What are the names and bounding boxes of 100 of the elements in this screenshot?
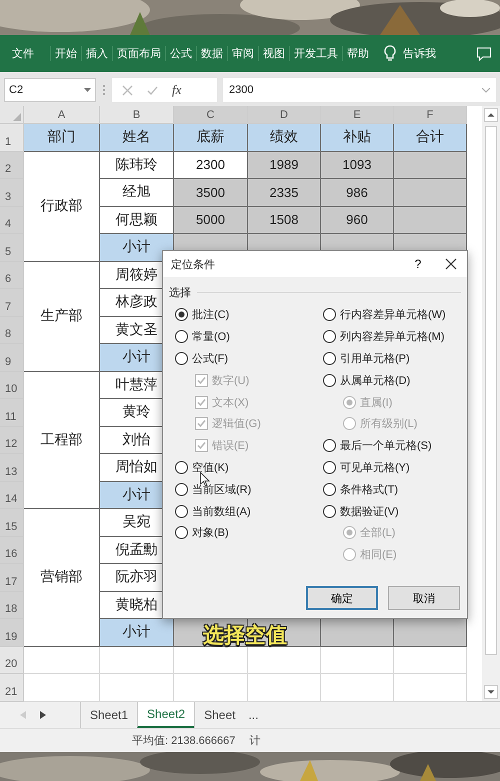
row-header[interactable]: 18 (0, 592, 24, 619)
header-cell: 姓名 (100, 124, 174, 152)
radio-button[interactable] (323, 352, 336, 365)
radio-option[interactable]: 最后一个单元格(S) (323, 434, 446, 457)
tell-me-label[interactable]: 告诉我 (403, 46, 436, 61)
radio-button[interactable] (175, 330, 188, 344)
row-header[interactable]: 8 (0, 316, 24, 344)
radio-option[interactable]: 可见单元格(Y) (323, 456, 446, 478)
ribbon-tab[interactable]: 审阅 (227, 46, 258, 61)
ribbon-tab[interactable]: 文件 (8, 46, 38, 61)
drag-handle-icon[interactable] (102, 83, 106, 97)
count-status: 计 (249, 734, 260, 748)
row-header[interactable]: 17 (0, 564, 24, 592)
radio-option[interactable]: 公式(F) (175, 348, 323, 370)
radio-button[interactable] (175, 460, 188, 474)
next-sheet-icon[interactable] (40, 711, 46, 719)
row-header[interactable]: 6 (0, 262, 24, 289)
sheet-tab[interactable]: Sheet2 (137, 702, 194, 728)
row-header[interactable]: 3 (0, 179, 24, 206)
radio-button[interactable] (323, 460, 336, 474)
comment-icon[interactable] (476, 46, 492, 62)
more-sheets-button[interactable]: ... (244, 702, 262, 728)
ribbon-tab[interactable]: 开始 (50, 46, 81, 61)
radio-option[interactable]: 当前数组(A) (175, 500, 323, 522)
radio-button[interactable] (323, 308, 336, 322)
check-icon[interactable] (147, 84, 158, 96)
column-header[interactable]: E (321, 106, 394, 124)
row-header[interactable]: 21 (0, 674, 24, 702)
radio-option[interactable]: 条件格式(T) (323, 478, 446, 500)
ok-button[interactable]: 确定 (306, 586, 378, 610)
row-header[interactable]: 10 (0, 372, 24, 399)
row-header[interactable]: 11 (0, 399, 24, 426)
scroll-thumb[interactable] (485, 126, 497, 655)
column-header[interactable]: C (174, 106, 248, 124)
average-status: 平均值: 2138.666667 (132, 734, 236, 748)
ribbon-tab[interactable]: 数据 (196, 46, 227, 61)
radio-option[interactable]: 引用单元格(P) (323, 348, 446, 370)
row-header[interactable]: 12 (0, 426, 24, 454)
row-header[interactable]: 15 (0, 509, 24, 536)
scroll-up-icon[interactable] (484, 108, 498, 122)
row-header[interactable]: 20 (0, 646, 24, 674)
radio-button[interactable] (323, 439, 336, 452)
row-header[interactable]: 7 (0, 289, 24, 316)
radio-option[interactable]: 列内容差异单元格(M) (323, 326, 446, 348)
radio-button[interactable] (323, 504, 336, 518)
vertical-scrollbar[interactable] (482, 106, 500, 701)
row-header[interactable]: 14 (0, 482, 24, 509)
column-header[interactable]: A (24, 106, 100, 124)
ribbon-tab[interactable]: 帮助 (342, 46, 373, 61)
column-header[interactable]: B (100, 106, 174, 124)
lightbulb-icon[interactable] (383, 44, 397, 62)
radio-button[interactable] (175, 352, 188, 365)
ribbon-tab[interactable]: 公式 (165, 46, 196, 61)
radio-option[interactable]: 对象(B) (175, 522, 323, 544)
ribbon-tab[interactable]: 视图 (258, 46, 289, 61)
radio-button[interactable] (323, 330, 336, 344)
table-cell: 986 (321, 179, 394, 206)
name-box[interactable]: C2 (4, 78, 96, 102)
radio-button[interactable] (323, 374, 336, 387)
insert-function-button[interactable]: fx (172, 82, 182, 98)
column-header[interactable]: F (394, 106, 467, 124)
close-icon[interactable] (443, 256, 459, 272)
header-cell: 合计 (394, 124, 467, 152)
row-header[interactable]: 2 (0, 152, 24, 179)
table-cell: 1989 (248, 152, 321, 179)
radio-button[interactable] (323, 482, 336, 496)
row-header[interactable]: 16 (0, 536, 24, 564)
radio-button[interactable] (175, 504, 188, 518)
ribbon-tab[interactable]: 页面布局 (112, 46, 165, 61)
cancel-button[interactable]: 取消 (388, 586, 460, 610)
radio-button[interactable] (175, 482, 188, 496)
table-cell: 960 (321, 206, 394, 234)
ribbon-tab[interactable]: 插入 (81, 46, 112, 61)
subtotal-cell: 小计 (100, 619, 174, 646)
ribbon-tab[interactable]: 开发工具 (289, 46, 342, 61)
column-header[interactable]: D (248, 106, 321, 124)
header-cell: 补贴 (321, 124, 394, 152)
header-cell: 底薪 (174, 124, 248, 152)
row-header[interactable]: 19 (0, 619, 24, 646)
radio-option[interactable]: 行内容差异单元格(W) (323, 304, 446, 326)
help-button[interactable]: ? (403, 256, 433, 272)
department-cell: 生产部 (24, 262, 100, 372)
formula-field[interactable]: 2300 (223, 78, 496, 102)
radio-button[interactable] (175, 526, 188, 540)
caret-icon[interactable] (84, 88, 91, 92)
scroll-down-icon[interactable] (484, 685, 498, 699)
radio-option[interactable]: 常量(O) (175, 326, 323, 348)
department-cell: 工程部 (24, 372, 100, 509)
radio-option[interactable]: 空值(K) (175, 456, 323, 478)
radio-option[interactable]: 从属单元格(D) (323, 369, 446, 392)
subtotal-cell: 小计 (100, 234, 174, 262)
row-header[interactable]: 13 (0, 454, 24, 482)
row-header[interactable]: 1 (0, 124, 24, 152)
row-header[interactable]: 9 (0, 344, 24, 372)
radio-option[interactable]: 当前区域(R) (175, 478, 323, 500)
row-header[interactable]: 5 (0, 234, 24, 262)
radio-button[interactable] (175, 308, 188, 322)
radio-option[interactable]: 批注(C) (175, 304, 323, 326)
row-header[interactable]: 4 (0, 206, 24, 234)
radio-option[interactable]: 数据验证(V) (323, 500, 446, 522)
